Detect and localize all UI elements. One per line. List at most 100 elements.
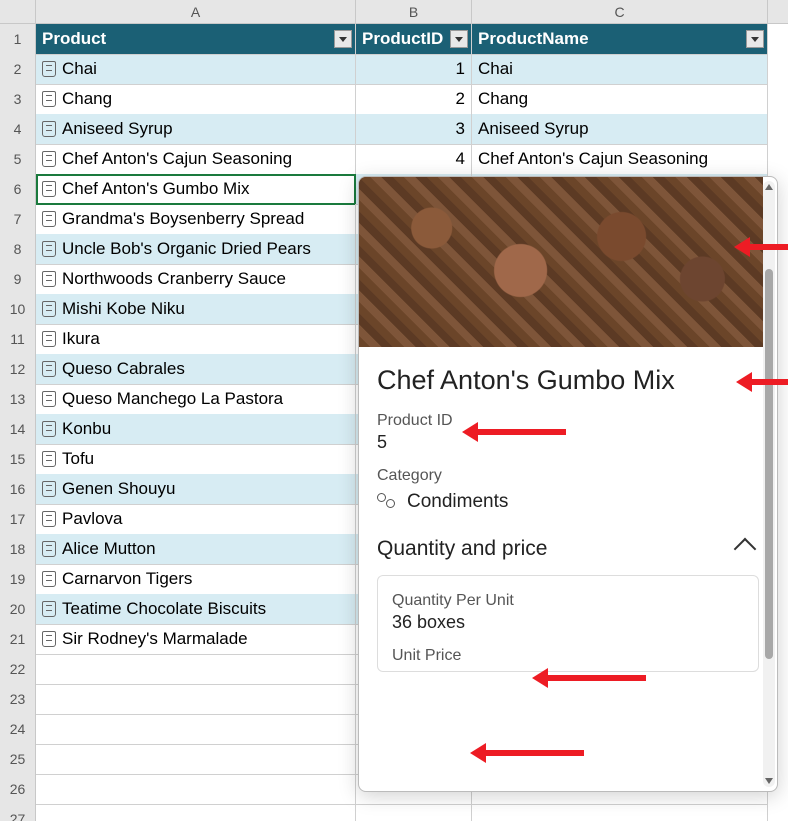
cell-product[interactable]: Chai — [36, 54, 356, 85]
annotation-arrow — [748, 244, 788, 250]
table-row: 27 — [0, 804, 788, 821]
cell-product[interactable]: Tofu — [36, 444, 356, 475]
cell-product[interactable]: Chang — [36, 84, 356, 115]
row-number[interactable]: 15 — [0, 444, 36, 475]
row-number[interactable]: 5 — [0, 144, 36, 175]
row-number[interactable]: 1 — [0, 24, 36, 55]
data-type-icon — [42, 361, 56, 377]
cell-product[interactable]: Ikura — [36, 324, 356, 355]
cell-productname[interactable]: Chef Anton's Cajun Seasoning — [472, 144, 768, 175]
row-number[interactable]: 10 — [0, 294, 36, 325]
section-header[interactable]: Quantity and price — [377, 537, 759, 561]
cell-product[interactable]: Uncle Bob's Organic Dried Pears — [36, 234, 356, 265]
cell-text: Carnarvon Tigers — [62, 564, 192, 594]
column-header-B[interactable]: B — [356, 0, 472, 24]
row-number[interactable]: 8 — [0, 234, 36, 265]
row-number[interactable]: 18 — [0, 534, 36, 565]
cell-productname[interactable] — [472, 804, 768, 821]
row-number[interactable]: 11 — [0, 324, 36, 355]
field-category-value: Condiments — [407, 491, 508, 513]
column-header-A[interactable]: A — [36, 0, 356, 24]
header-label: ProductID — [362, 29, 443, 48]
cell-product[interactable]: Mishi Kobe Niku — [36, 294, 356, 325]
row-number[interactable]: 6 — [0, 174, 36, 205]
filter-button-productname[interactable] — [746, 30, 764, 48]
cell-productid[interactable]: 4 — [356, 144, 472, 175]
cell-product[interactable]: Pavlova — [36, 504, 356, 535]
filter-button-productid[interactable] — [450, 30, 468, 48]
cell-product[interactable]: Aniseed Syrup — [36, 114, 356, 145]
row-number[interactable]: 24 — [0, 714, 36, 745]
cell-productid[interactable] — [356, 804, 472, 821]
row-number[interactable]: 26 — [0, 774, 36, 805]
cell-product[interactable]: Northwoods Cranberry Sauce — [36, 264, 356, 295]
row-number[interactable]: 2 — [0, 54, 36, 85]
row-number[interactable]: 13 — [0, 384, 36, 415]
section-content: Quantity Per Unit 36 boxes Unit Price — [377, 575, 759, 672]
row-number[interactable]: 14 — [0, 414, 36, 445]
row-number[interactable]: 21 — [0, 624, 36, 655]
cell-productname[interactable]: Aniseed Syrup — [472, 114, 768, 145]
data-type-icon — [42, 511, 56, 527]
row-number[interactable]: 3 — [0, 84, 36, 115]
cell-product[interactable]: Chef Anton's Gumbo Mix — [36, 174, 356, 205]
spreadsheet-viewport: A B C 1 Product ProductID ProductName 2C… — [0, 0, 788, 821]
row-number[interactable]: 9 — [0, 264, 36, 295]
card-scrollbar[interactable] — [763, 181, 775, 787]
cell-product[interactable]: Teatime Chocolate Biscuits — [36, 594, 356, 625]
cell-productname[interactable]: Chai — [472, 54, 768, 85]
cell-productid[interactable]: 2 — [356, 84, 472, 115]
cell-product[interactable]: Carnarvon Tigers — [36, 564, 356, 595]
header-productid[interactable]: ProductID — [356, 24, 472, 55]
row-number[interactable]: 4 — [0, 114, 36, 145]
header-label: ProductName — [478, 29, 589, 48]
cell-product[interactable] — [36, 684, 356, 715]
row-number[interactable]: 17 — [0, 504, 36, 535]
cell-product[interactable] — [36, 744, 356, 775]
cell-product[interactable]: Queso Manchego La Pastora — [36, 384, 356, 415]
header-productname[interactable]: ProductName — [472, 24, 768, 55]
cell-product[interactable] — [36, 654, 356, 685]
cell-product[interactable]: Alice Mutton — [36, 534, 356, 565]
table-row: 4Aniseed Syrup3Aniseed Syrup — [0, 114, 788, 144]
row-number[interactable]: 7 — [0, 204, 36, 235]
cell-text: Tofu — [62, 444, 94, 474]
cell-product[interactable] — [36, 714, 356, 745]
row-number[interactable]: 22 — [0, 654, 36, 685]
cell-productid[interactable]: 3 — [356, 114, 472, 145]
cell-product[interactable]: Chef Anton's Cajun Seasoning — [36, 144, 356, 175]
row-number[interactable]: 19 — [0, 564, 36, 595]
select-all-corner[interactable] — [0, 0, 36, 24]
cell-productname[interactable]: Chang — [472, 84, 768, 115]
cell-product[interactable]: Sir Rodney's Marmalade — [36, 624, 356, 655]
row-number[interactable]: 16 — [0, 474, 36, 505]
row-number[interactable]: 25 — [0, 744, 36, 775]
cell-text: Chai — [62, 54, 97, 84]
cell-product[interactable]: Grandma's Boysenberry Spread — [36, 204, 356, 235]
row-number[interactable]: 20 — [0, 594, 36, 625]
cell-product[interactable] — [36, 804, 356, 821]
table-header-row: 1 Product ProductID ProductName — [0, 24, 788, 54]
data-type-icon — [42, 391, 56, 407]
header-product[interactable]: Product — [36, 24, 356, 55]
row-number[interactable]: 27 — [0, 804, 36, 821]
table-row: 3Chang2Chang — [0, 84, 788, 114]
column-header-C[interactable]: C — [472, 0, 768, 24]
scroll-up-icon[interactable] — [765, 184, 773, 190]
data-type-icon — [42, 151, 56, 167]
cell-product[interactable]: Queso Cabrales — [36, 354, 356, 385]
cell-product[interactable] — [36, 774, 356, 805]
cell-text: Chang — [62, 84, 112, 114]
scroll-down-icon[interactable] — [765, 778, 773, 784]
scroll-thumb[interactable] — [765, 269, 773, 659]
category-row[interactable]: Condiments — [377, 491, 759, 513]
field-productid-value: 5 — [377, 432, 759, 453]
cell-text: Aniseed Syrup — [62, 114, 173, 144]
cell-product[interactable]: Konbu — [36, 414, 356, 445]
filter-button-product[interactable] — [334, 30, 352, 48]
row-number[interactable]: 23 — [0, 684, 36, 715]
cell-product[interactable]: Genen Shouyu — [36, 474, 356, 505]
row-number[interactable]: 12 — [0, 354, 36, 385]
cell-productid[interactable]: 1 — [356, 54, 472, 85]
cell-text: Ikura — [62, 324, 100, 354]
